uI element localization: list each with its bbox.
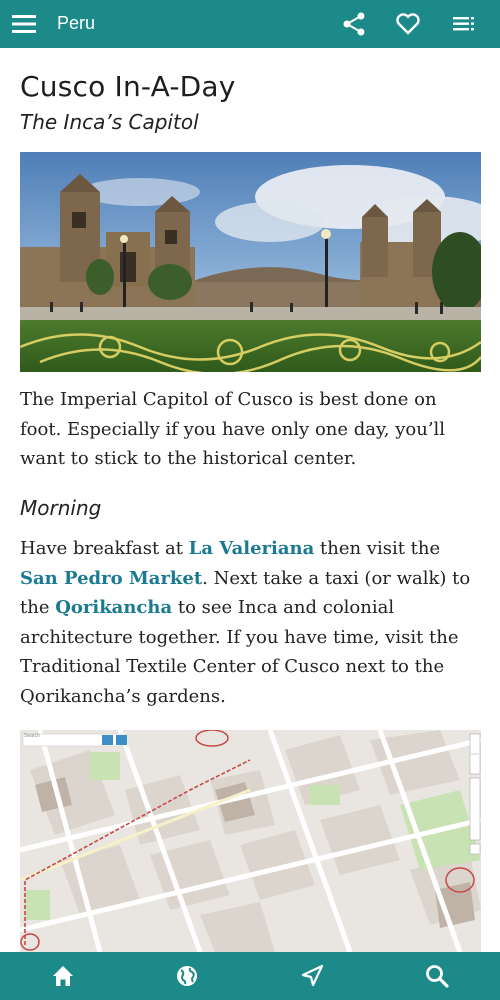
link-la-valeriana[interactable]: La Valeriana bbox=[189, 538, 315, 559]
heart-icon[interactable] bbox=[395, 11, 421, 37]
globe-icon[interactable] bbox=[174, 963, 200, 989]
cusco-plaza-photo bbox=[20, 152, 481, 372]
intro-paragraph: The Imperial Capitol of Cusco is best do… bbox=[20, 389, 446, 470]
article-content[interactable]: Cusco In-A-Day The Inca’s Capitol The Im… bbox=[0, 48, 500, 952]
article-title: Cusco In-A-Day bbox=[20, 70, 236, 103]
morning-text-2: then visit the bbox=[314, 538, 441, 559]
menu-icon[interactable] bbox=[12, 13, 36, 35]
link-qorikancha[interactable]: Qorikancha bbox=[55, 597, 172, 618]
search-icon[interactable] bbox=[424, 963, 450, 989]
navigation-icon[interactable] bbox=[299, 963, 325, 989]
bottom-nav-bar bbox=[0, 952, 500, 1000]
section-heading-morning: Morning bbox=[20, 496, 102, 520]
cusco-map[interactable] bbox=[20, 730, 481, 952]
app-title: Peru bbox=[57, 13, 96, 33]
morning-text-1: Have breakfast at bbox=[20, 538, 189, 559]
top-app-bar: Peru bbox=[0, 0, 500, 48]
link-san-pedro-market[interactable]: San Pedro Market bbox=[20, 568, 202, 589]
list-icon[interactable] bbox=[451, 11, 477, 37]
home-icon[interactable] bbox=[50, 963, 76, 989]
share-icon[interactable] bbox=[341, 11, 367, 37]
article-subtitle: The Inca’s Capitol bbox=[20, 110, 199, 134]
map-search-placeholder: Search bbox=[24, 733, 40, 739]
morning-paragraph: Have breakfast at La Valeriana then visi… bbox=[20, 534, 482, 712]
